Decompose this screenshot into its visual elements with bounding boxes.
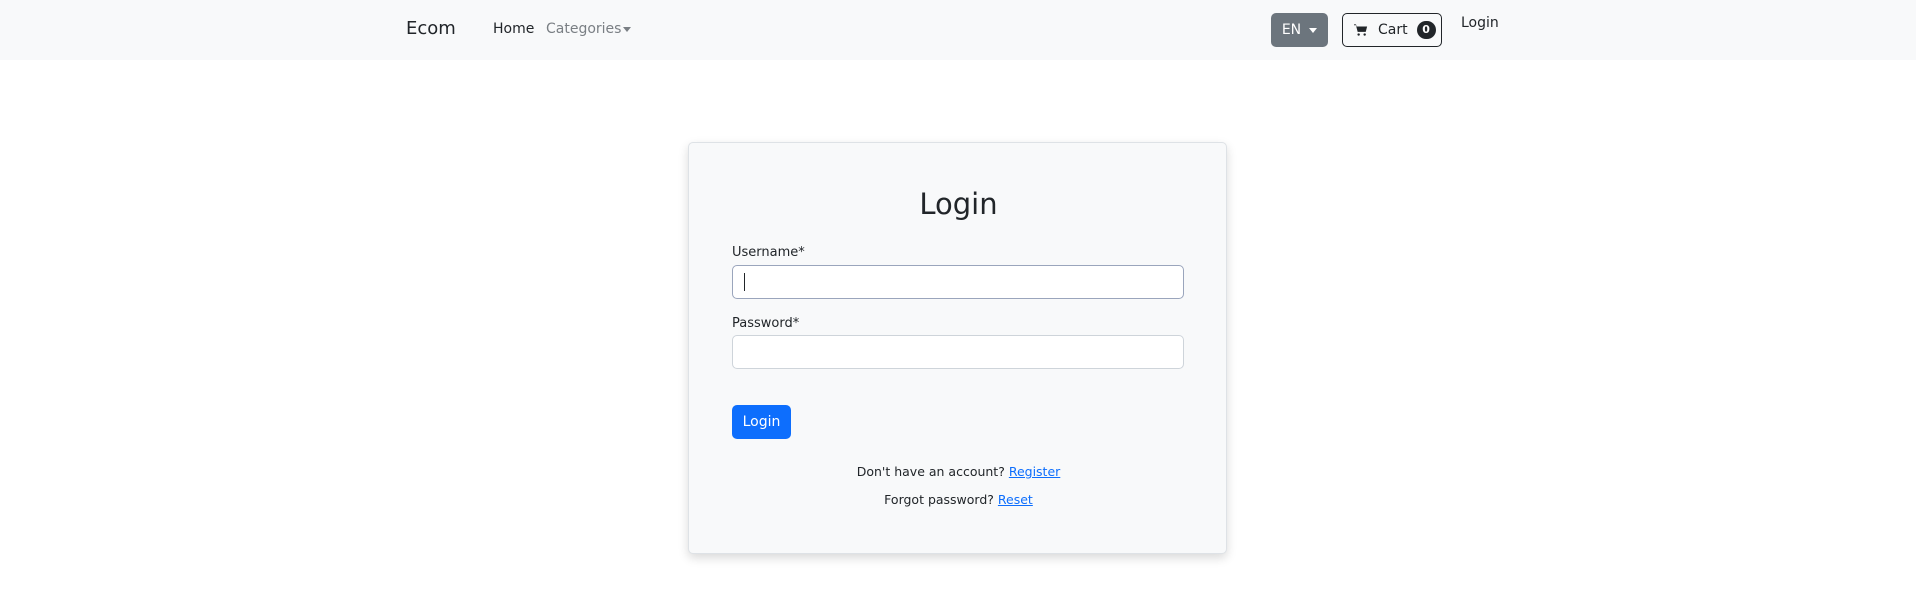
- cart-label: Cart: [1378, 22, 1408, 38]
- page-title: Login: [919, 187, 998, 221]
- password-label: Password*: [732, 316, 800, 331]
- text-cursor: [744, 273, 745, 291]
- register-hint: Don't have an account? Register: [689, 464, 1228, 479]
- register-prompt: Don't have an account?: [856, 464, 1005, 479]
- reset-password-link[interactable]: Reset: [998, 492, 1033, 507]
- language-label: EN: [1281, 22, 1302, 38]
- language-dropdown-button[interactable]: EN: [1271, 13, 1328, 47]
- register-link[interactable]: Register: [1009, 464, 1060, 479]
- password-field[interactable]: [732, 335, 1184, 369]
- username-label: Username*: [732, 245, 805, 260]
- cart-button[interactable]: Cart 0: [1342, 13, 1442, 47]
- cart-count-badge: 0: [1416, 21, 1436, 39]
- nav-home[interactable]: Home: [493, 21, 534, 37]
- nav-login-link[interactable]: Login: [1461, 15, 1499, 31]
- login-card: Login Username* Password* Login Don't ha…: [688, 142, 1227, 554]
- reset-prompt: Forgot password?: [884, 492, 994, 507]
- navbar: Ecom Home Categories EN Cart 0 Login: [0, 0, 1916, 60]
- chevron-down-icon: [1309, 27, 1318, 33]
- chevron-down-icon: [623, 26, 632, 32]
- login-submit-button[interactable]: Login: [732, 405, 791, 439]
- nav-categories-label: Categories: [546, 21, 622, 37]
- cart-icon: [1354, 24, 1368, 36]
- username-field[interactable]: [732, 265, 1184, 299]
- reset-hint: Forgot password? Reset: [689, 492, 1228, 507]
- nav-categories-dropdown[interactable]: Categories: [546, 21, 632, 37]
- brand-logo[interactable]: Ecom: [406, 18, 456, 39]
